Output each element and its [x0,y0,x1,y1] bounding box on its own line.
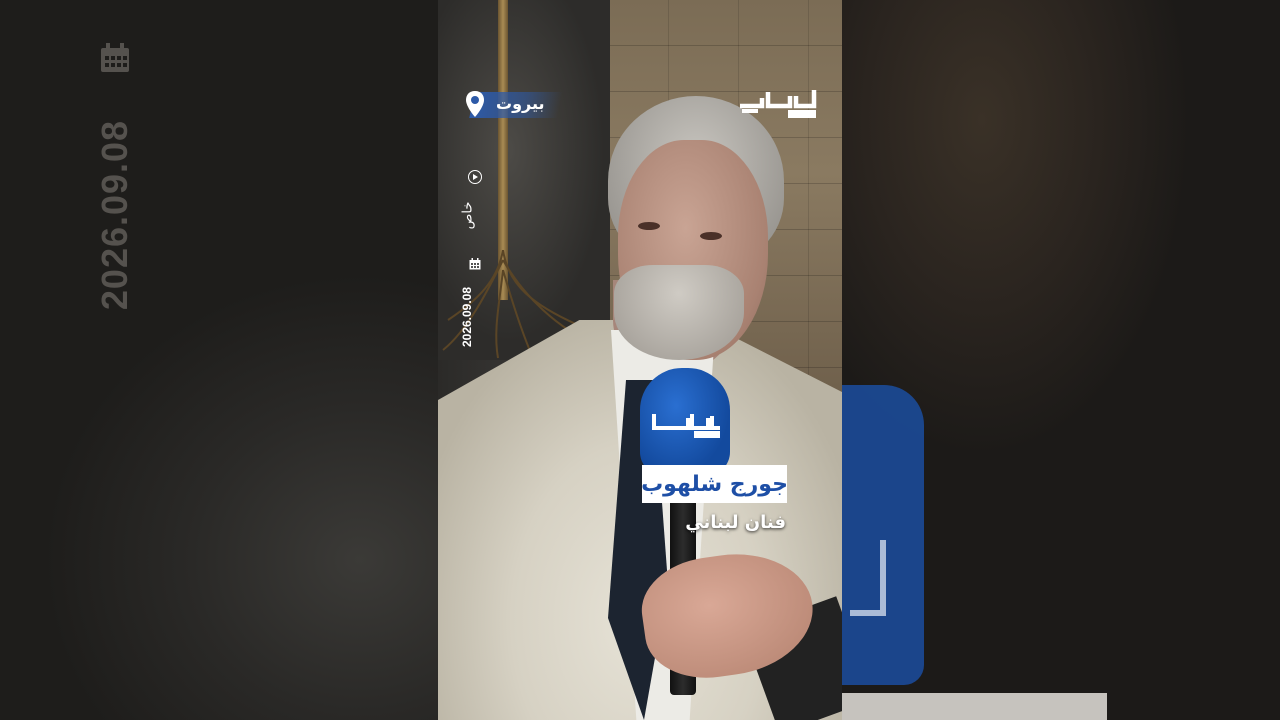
location-text: بيروت [496,94,545,113]
blurred-mic-logo [850,540,886,616]
mic-logo-icon [652,414,720,438]
speaker-title: فنان لبناني [685,512,786,533]
video-frame[interactable]: بيروت خاص 2026.09.08 جورج شلهوب فنان لبن… [438,0,842,720]
play-circle-icon [468,170,482,184]
blurred-date-text: 2026.09.08 [94,119,135,311]
beard [614,265,744,360]
blurred-microphone [842,385,924,685]
blurred-background-left [0,0,438,720]
location-pin-icon [466,91,484,117]
speaker-name: جورج شلهوب [641,471,788,497]
exclusive-tag: خاص [460,201,476,230]
jusoor-news-logo-icon [740,90,817,118]
right-eye [700,232,722,240]
blurred-calendar-icon [101,43,129,72]
blurred-name-bar [842,693,1107,720]
speaker-name-box: جورج شلهوب [641,465,788,503]
location-badge: بيروت [464,91,563,118]
date-text: 2026.09.08 [460,286,475,348]
left-eye [638,222,660,230]
calendar-icon [469,258,481,270]
